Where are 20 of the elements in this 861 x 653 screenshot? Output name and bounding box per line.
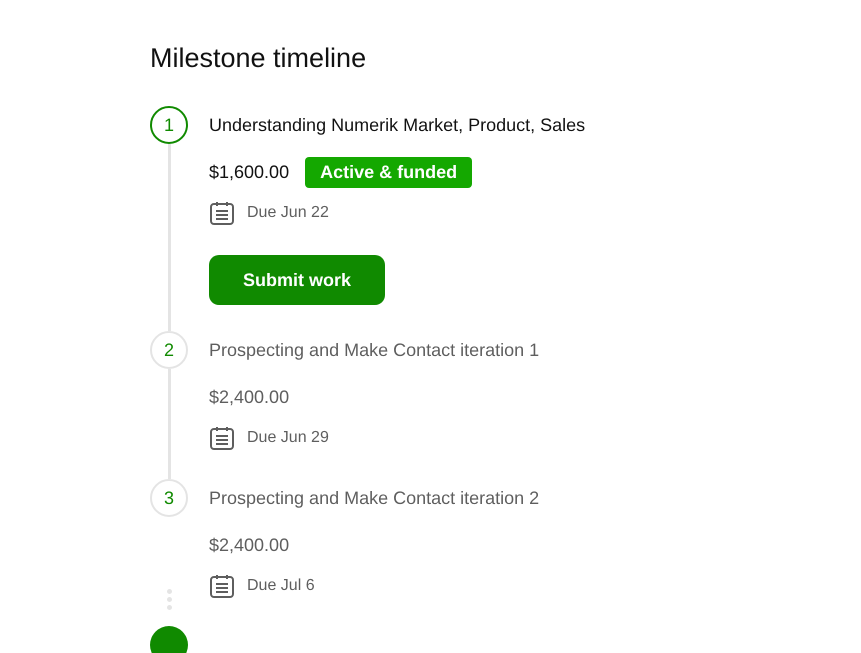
milestone-amount: $1,600.00 [209, 162, 290, 182]
milestone-amount: $2,400.00 [209, 386, 290, 408]
submit-work-button[interactable]: Submit work [209, 255, 385, 305]
milestone-title: Understanding Numerik Market, Product, Sales [209, 114, 586, 137]
milestone-amount: $2,400.00 [209, 534, 290, 556]
step-circle [150, 626, 188, 653]
calendar-icon [209, 425, 235, 451]
due-date: Due Jun 22 [247, 204, 329, 222]
milestone-title: Prospecting and Make Contact iteration 2 [209, 487, 540, 510]
step-number: 1 [150, 106, 188, 144]
due-date: Due Jul 6 [247, 577, 315, 595]
calendar-icon [209, 573, 235, 599]
milestone-title: Prospecting and Make Contact iteration 1 [209, 339, 540, 362]
calendar-icon [209, 200, 235, 226]
section-heading: Milestone timeline [150, 42, 368, 75]
status-badge: Active & funded [305, 156, 472, 188]
due-date: Due Jun 29 [247, 429, 329, 447]
more-dots-icon [166, 589, 172, 610]
step-number: 3 [150, 479, 188, 517]
step-number: 2 [150, 331, 188, 369]
